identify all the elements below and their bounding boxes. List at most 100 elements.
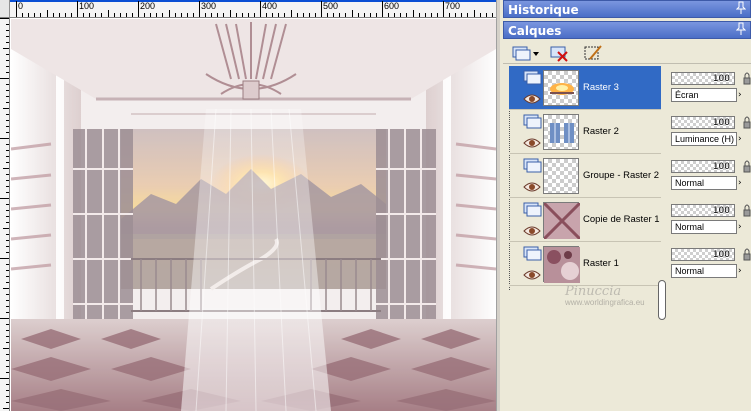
ruler-minor-tick — [302, 13, 304, 17]
ruler-minor-tick — [95, 13, 97, 17]
ruler-minor-tick — [229, 10, 231, 17]
layer-row[interactable]: Raster 2 — [509, 110, 661, 154]
lock-icon[interactable] — [743, 114, 751, 129]
ruler-tick — [0, 378, 9, 379]
ruler-minor-tick — [64, 13, 66, 17]
ruler-minor-tick — [406, 13, 408, 17]
ruler-minor-tick — [388, 13, 390, 17]
layer-properties-row: 100 Normal › — [669, 242, 751, 286]
ruler-label: 400 — [262, 1, 278, 11]
layer-row[interactable]: Raster 3 — [509, 66, 661, 110]
ruler-tick — [6, 144, 9, 145]
layer-thumbnail — [543, 158, 579, 194]
ruler-label: 300 — [201, 1, 217, 11]
horizontal-ruler: 0 100 200 300 400 500 600 700 — [0, 0, 500, 18]
chevron-right-icon[interactable]: › — [738, 133, 744, 145]
ruler-minor-tick — [89, 13, 91, 17]
opacity-slider[interactable]: 100 — [671, 116, 735, 129]
ruler-minor-tick — [308, 13, 310, 17]
lock-icon[interactable] — [743, 246, 751, 261]
lock-icon[interactable] — [743, 202, 751, 217]
blend-mode-select[interactable]: Normal — [671, 264, 737, 278]
ruler-tick — [6, 156, 9, 157]
blend-mode-select[interactable]: Normal — [671, 176, 737, 190]
ruler-tick — [6, 252, 9, 253]
ruler-minor-tick — [424, 13, 426, 17]
ruler-minor-tick — [107, 10, 109, 17]
ruler-tick — [6, 282, 9, 283]
ruler-tick — [6, 102, 9, 103]
opacity-slider[interactable]: 100 — [671, 160, 735, 173]
layer-row[interactable]: Groupe - Raster 2 — [509, 154, 661, 198]
blend-mode-select[interactable]: Normal — [671, 220, 737, 234]
eye-icon[interactable] — [523, 222, 541, 236]
ruler-minor-tick — [162, 13, 164, 17]
ruler-minor-tick — [266, 13, 268, 17]
vertical-ruler — [0, 18, 10, 411]
layers-panel-title[interactable]: Calques — [503, 21, 751, 39]
lock-icon[interactable] — [743, 70, 751, 85]
layer-name: Copie de Raster 1 — [583, 214, 660, 225]
opacity-slider[interactable]: 100 — [671, 248, 735, 261]
eye-icon[interactable] — [523, 266, 541, 280]
ruler-tick — [3, 108, 9, 109]
ruler-minor-tick — [119, 13, 121, 17]
eye-icon[interactable] — [523, 178, 541, 192]
layers-toolbar — [503, 40, 751, 64]
edit-selection-button[interactable] — [581, 42, 603, 62]
ruler-minor-tick — [449, 13, 451, 17]
pin-icon[interactable] — [735, 1, 747, 15]
layer-thumbnail — [543, 114, 579, 150]
ruler-minor-tick — [211, 13, 213, 17]
new-layer-button[interactable] — [509, 42, 539, 62]
chevron-right-icon[interactable]: › — [738, 177, 744, 189]
ruler-minor-tick — [412, 10, 414, 17]
opacity-slider[interactable]: 100 — [671, 204, 735, 217]
blend-mode-select[interactable]: Luminance (H) — [671, 132, 737, 146]
ruler-label: 700 — [445, 1, 461, 11]
ruler-minor-tick — [113, 13, 115, 17]
layer-row[interactable]: Copie de Raster 1 — [509, 198, 661, 242]
image-canvas[interactable] — [11, 19, 496, 411]
chevron-right-icon[interactable]: › — [738, 265, 744, 277]
ruler-tick — [6, 186, 9, 187]
watermark-signature: Pinuccia — [565, 284, 622, 299]
lock-icon[interactable] — [743, 158, 751, 173]
history-panel-title[interactable]: Historique — [503, 0, 751, 18]
ruler-minor-tick — [180, 13, 182, 17]
layer-type-icon — [523, 114, 543, 130]
blend-mode-select[interactable]: Écran — [671, 88, 737, 102]
ruler-label: 500 — [323, 1, 339, 11]
chevron-right-icon[interactable]: › — [738, 221, 744, 233]
ruler-minor-tick — [363, 13, 365, 17]
opacity-value: 100 — [712, 250, 730, 260]
opacity-value: 100 — [712, 206, 730, 216]
ruler-major-tick — [443, 1, 444, 17]
ruler-minor-tick — [314, 13, 316, 17]
ruler-tick — [6, 72, 9, 73]
ruler-tick — [6, 150, 9, 151]
chevron-right-icon[interactable]: › — [738, 89, 744, 101]
ruler-tick — [6, 336, 9, 337]
canvas-scrollbar[interactable] — [496, 0, 500, 411]
panel-splitter[interactable] — [658, 280, 666, 320]
ruler-tick — [6, 66, 9, 67]
ruler-minor-tick — [83, 13, 85, 17]
ruler-minor-tick — [58, 13, 60, 17]
ruler-tick — [0, 198, 9, 199]
ruler-tick — [6, 30, 9, 31]
ruler-minor-tick — [461, 13, 463, 17]
ruler-tick — [0, 318, 9, 319]
eye-icon[interactable] — [523, 90, 541, 104]
pin-icon[interactable] — [735, 22, 747, 36]
eye-icon[interactable] — [523, 134, 541, 148]
layer-type-icon — [523, 158, 543, 174]
ruler-tick — [6, 306, 9, 307]
ruler-tick — [6, 96, 9, 97]
ruler-tick — [6, 216, 9, 217]
ruler-minor-tick — [284, 13, 286, 17]
layer-row[interactable]: Raster 1 — [509, 242, 661, 286]
delete-layer-button[interactable] — [547, 42, 569, 62]
ruler-major-tick — [199, 1, 200, 17]
opacity-slider[interactable]: 100 — [671, 72, 735, 85]
